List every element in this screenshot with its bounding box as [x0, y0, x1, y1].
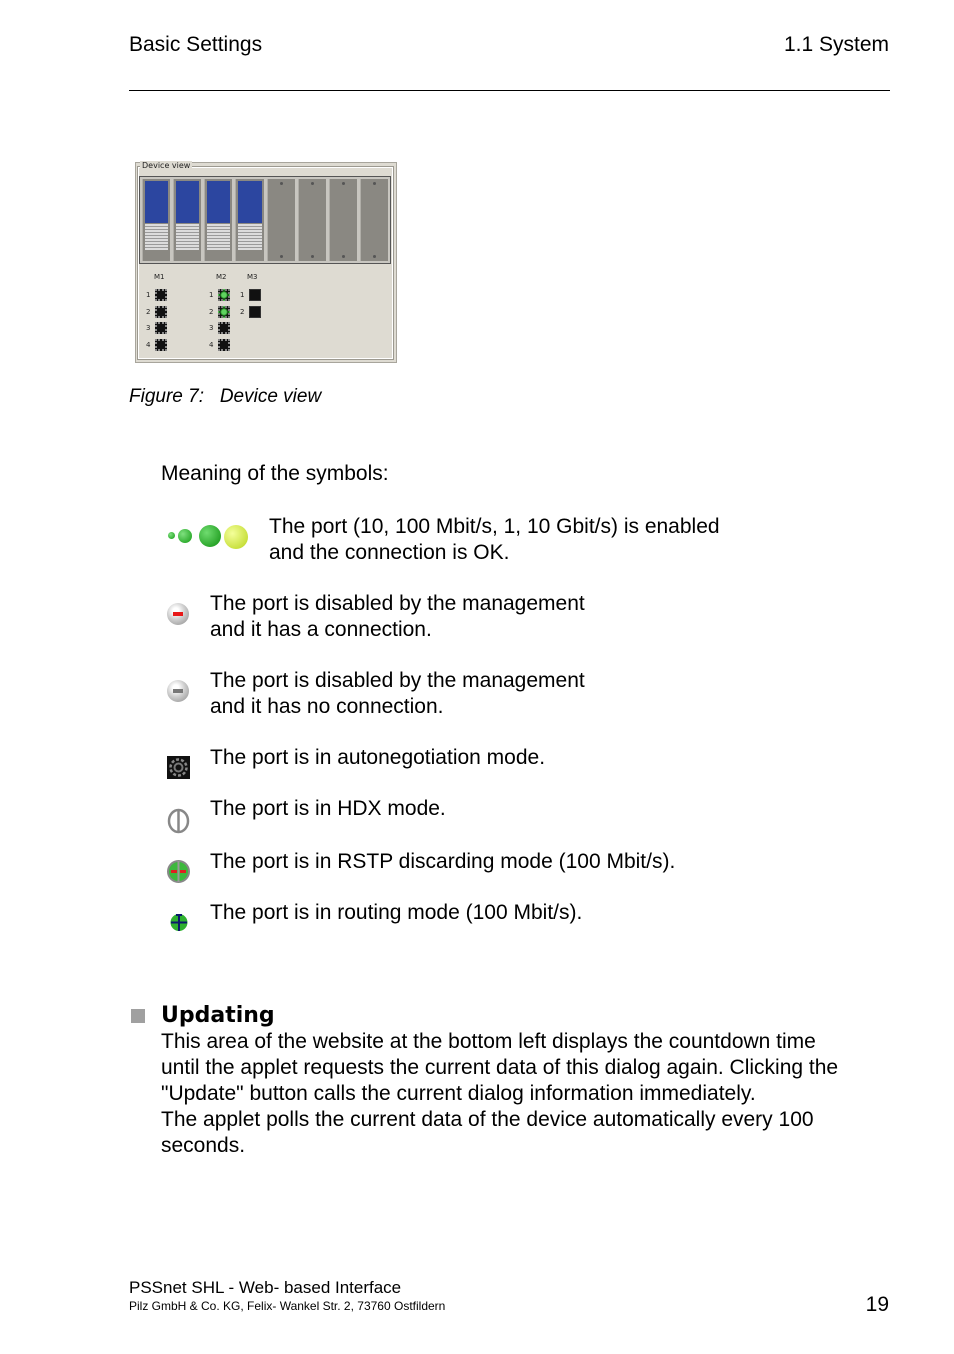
- autoneg-port-icon[interactable]: [155, 322, 167, 334]
- symbol-desc-line: and the connection is OK.: [269, 541, 510, 564]
- symbol-desc: The port is in RSTP discarding mode (100…: [210, 850, 676, 873]
- autoneg-port-icon[interactable]: [218, 322, 230, 334]
- autoneg-port-icon[interactable]: [155, 339, 167, 351]
- paragraph-line: The applet polls the current data of the…: [161, 1108, 814, 1131]
- device-view-title: Device view: [140, 161, 193, 170]
- rstp-discarding-icon: [167, 860, 190, 883]
- disabled-connected-icon: [167, 603, 189, 625]
- header-section-title: Basic Settings: [129, 33, 263, 56]
- port-number: 3: [146, 324, 151, 332]
- header-rule: [129, 90, 890, 91]
- empty-slot: [297, 179, 326, 261]
- module-slot[interactable]: [173, 179, 202, 261]
- symbol-desc: The port (10, 100 Mbit/s, 1, 10 Gbit/s) …: [269, 514, 720, 566]
- symbol-desc-line: The port is disabled by the management: [210, 592, 585, 615]
- symbol-desc: The port is disabled by the management a…: [210, 591, 585, 643]
- autoneg-port-icon[interactable]: [155, 306, 167, 318]
- empty-slot: [328, 179, 357, 261]
- module-label-m2: M2: [216, 273, 227, 281]
- port-number: 3: [209, 324, 214, 332]
- figure-caption: Figure 7: Device view: [129, 386, 321, 408]
- module-label-m3: M3: [247, 273, 258, 281]
- footer-title: PSSnet SHL - Web- based Interface: [129, 1278, 402, 1297]
- module-slot[interactable]: [142, 179, 171, 261]
- port-number: 2: [209, 308, 214, 316]
- autoneg-port-icon[interactable]: [155, 289, 167, 301]
- port-speed-balls-icon: [166, 522, 252, 550]
- symbol-desc: The port is in autonegotiation mode.: [210, 746, 546, 769]
- symbol-desc-line: and it has no connection.: [210, 695, 444, 718]
- port-ok-green-icon[interactable]: [218, 306, 230, 318]
- paragraph-line: This area of the website at the bottom l…: [161, 1030, 816, 1053]
- symbol-desc-line: The port (10, 100 Mbit/s, 1, 10 Gbit/s) …: [269, 515, 720, 538]
- symbol-desc: The port is disabled by the management a…: [210, 668, 585, 720]
- bullet-square-icon: [131, 1009, 145, 1023]
- port-number: 4: [209, 341, 214, 349]
- updating-paragraph: This area of the website at the bottom l…: [161, 1029, 838, 1159]
- routing-icon: [170, 914, 188, 931]
- port-number: 1: [146, 291, 151, 299]
- port-number: 1: [209, 291, 214, 299]
- footer-address: Pilz GmbH & Co. KG, Felix- Wankel Str. 2…: [129, 1299, 446, 1313]
- paragraph-line: seconds.: [161, 1134, 246, 1157]
- symbol-desc-line: The port is disabled by the management: [210, 669, 585, 692]
- symbols-intro: Meaning of the symbols:: [161, 462, 389, 485]
- autonegotiation-icon: [167, 756, 190, 779]
- port-number: 2: [146, 308, 151, 316]
- port-number: 2: [240, 308, 245, 316]
- port-number: 4: [146, 341, 151, 349]
- disabled-no-connection-icon: [167, 680, 189, 702]
- port-number: 1: [240, 291, 245, 299]
- port-ok-green-icon[interactable]: [218, 289, 230, 301]
- updating-heading: Updating: [161, 1003, 275, 1028]
- symbol-desc: The port is in HDX mode.: [210, 797, 446, 820]
- symbol-desc: The port is in routing mode (100 Mbit/s)…: [210, 901, 583, 924]
- port-empty-black-icon[interactable]: [249, 306, 261, 318]
- module-label-m1: M1: [154, 273, 165, 281]
- header-chapter: 1.1 System: [783, 33, 889, 56]
- device-rack: [139, 176, 391, 264]
- figure-caption-text: Device view: [219, 386, 322, 407]
- paragraph-line: until the applet requests the current da…: [161, 1056, 839, 1079]
- empty-slot: [359, 179, 388, 261]
- module-slot[interactable]: [235, 179, 264, 261]
- symbol-desc-line: and it has a connection.: [210, 618, 432, 641]
- figure-caption-label: Figure 7:: [129, 386, 204, 407]
- autoneg-port-icon[interactable]: [218, 339, 230, 351]
- port-empty-black-icon[interactable]: [249, 289, 261, 301]
- paragraph-line: "Update" button calls the current dialog…: [161, 1082, 756, 1105]
- page-number: 19: [865, 1293, 889, 1316]
- empty-slot: [266, 179, 295, 261]
- module-slot[interactable]: [204, 179, 233, 261]
- hdx-icon: [167, 808, 190, 834]
